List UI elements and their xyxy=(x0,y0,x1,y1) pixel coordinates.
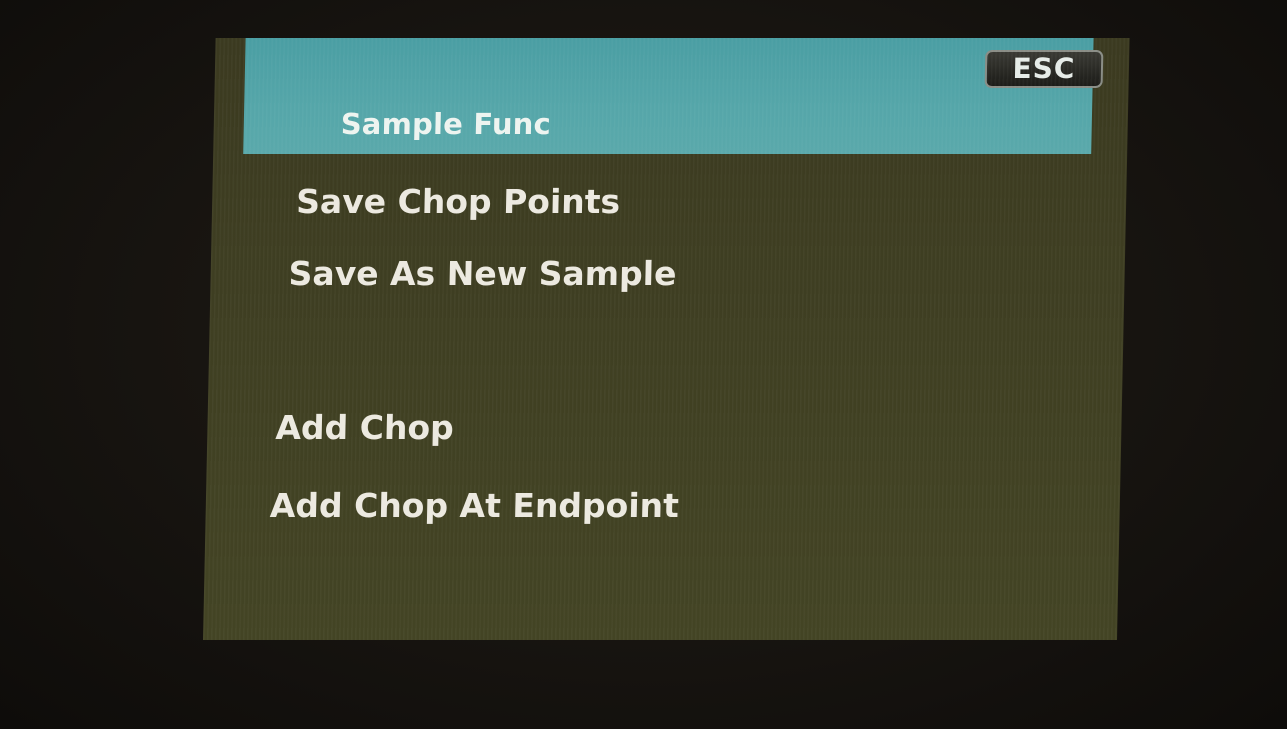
menu-item-save-chop-points[interactable]: Save Chop Points xyxy=(296,182,621,221)
menu-item-save-as-new-sample[interactable]: Save As New Sample xyxy=(288,254,677,293)
menu-item-add-chop-at-endpoint[interactable]: Add Chop At Endpoint xyxy=(269,486,679,525)
esc-button[interactable]: ESC xyxy=(984,50,1104,88)
page-title: Sample Func xyxy=(340,107,552,141)
screen-header: Sample Func ESC xyxy=(243,38,1104,154)
device-bezel: Sample Func ESC Save Chop Points Save As… xyxy=(0,0,1287,729)
lcd-screen: Sample Func ESC Save Chop Points Save As… xyxy=(203,38,1130,640)
menu-item-add-chop[interactable]: Add Chop xyxy=(275,408,454,447)
